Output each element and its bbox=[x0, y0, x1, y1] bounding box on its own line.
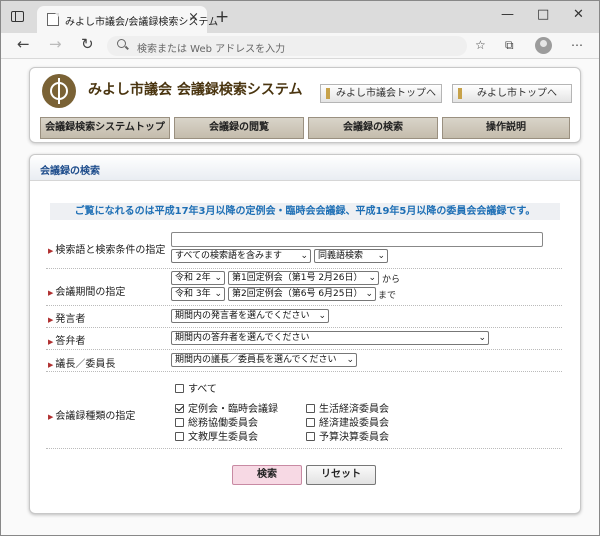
condition-select[interactable]: すべての検索語を含みます ⌄ bbox=[171, 249, 311, 263]
row-divider bbox=[46, 448, 562, 449]
favorites-icon[interactable]: ☆ bbox=[475, 38, 486, 52]
from-session-select[interactable]: 第1回定例会（第1号 2月26日） ⌄ bbox=[228, 271, 379, 285]
synonym-select[interactable]: 同義語検索 ⌄ bbox=[314, 249, 388, 263]
menu-search-system-top[interactable]: 会議録検索システムトップ bbox=[40, 117, 170, 139]
checkbox-icon bbox=[306, 432, 315, 441]
chevron-down-icon: ⌄ bbox=[300, 251, 308, 261]
browser-window: みよし市議会/会議録検索システム × + — □ ✕ ← → ↻ 検索または W… bbox=[0, 0, 600, 536]
row-divider bbox=[46, 327, 562, 328]
types-label: ▶ 会議録種類の指定 bbox=[48, 411, 136, 422]
menu-instructions[interactable]: 操作説明 bbox=[442, 117, 570, 139]
chair-select[interactable]: 期間内の議長／委員長を選んでください ⌄ bbox=[171, 353, 357, 367]
row-divider bbox=[46, 305, 562, 306]
type-economy-construction-checkbox[interactable]: 経済建設委員会 bbox=[306, 414, 389, 429]
from-suffix: から bbox=[382, 275, 401, 285]
back-icon[interactable]: ← bbox=[17, 35, 30, 53]
chair-label: ▶ 議長／委員長 bbox=[48, 359, 116, 370]
tab-bar: みよし市議会/会議録検索システム × + — □ ✕ bbox=[1, 1, 599, 33]
chevron-down-icon: ⌄ bbox=[377, 251, 385, 261]
search-panel-header: 会議録の検索 bbox=[30, 155, 580, 181]
more-options-icon[interactable]: ⋯ bbox=[571, 38, 583, 52]
navigation-bar: ← → ↻ 検索または Web アドレスを入力 ☆ ⧉ ⋯ bbox=[1, 33, 599, 59]
type-education-welfare-checkbox[interactable]: 文教厚生委員会 bbox=[175, 428, 258, 443]
checkbox-icon bbox=[306, 404, 315, 413]
address-bar[interactable]: 検索または Web アドレスを入力 bbox=[107, 36, 467, 56]
search-panel: 会議録の検索 ご覧になれるのは平成17年3月以降の定例会・臨時会会議録、平成19… bbox=[29, 154, 581, 514]
profile-avatar-icon[interactable] bbox=[535, 37, 552, 54]
to-session-select[interactable]: 第2回定例会（第6号 6月25日） ⌄ bbox=[228, 287, 376, 301]
menu-browse-minutes[interactable]: 会議録の閲覧 bbox=[174, 117, 304, 139]
city-logo-icon bbox=[42, 74, 76, 108]
maximize-icon[interactable]: □ bbox=[537, 7, 549, 22]
chevron-down-icon: ⌄ bbox=[478, 333, 486, 343]
close-window-icon[interactable]: ✕ bbox=[573, 7, 584, 22]
reset-button[interactable]: リセット bbox=[306, 465, 376, 485]
council-top-link[interactable]: みよし市議会トップへ bbox=[320, 84, 442, 103]
browser-tab[interactable]: みよし市議会/会議録検索システム × bbox=[37, 6, 218, 33]
collections-icon[interactable]: ⧉ bbox=[505, 38, 514, 53]
search-icon bbox=[117, 39, 126, 48]
chevron-down-icon: ⌄ bbox=[318, 311, 326, 321]
to-era-select[interactable]: 令和 3年 ⌄ bbox=[171, 287, 225, 301]
type-life-economy-checkbox[interactable]: 生活経済委員会 bbox=[306, 400, 389, 415]
keyword-label: ▶ 検索語と検索条件の指定 bbox=[48, 245, 166, 256]
minimize-icon[interactable]: — bbox=[501, 7, 514, 22]
address-placeholder: 検索または Web アドレスを入力 bbox=[137, 44, 286, 55]
from-era-select[interactable]: 令和 2年 ⌄ bbox=[171, 271, 225, 285]
type-all-checkbox[interactable]: すべて bbox=[175, 380, 217, 395]
chevron-down-icon: ⌄ bbox=[368, 273, 376, 283]
answerer-select[interactable]: 期間内の答弁者を選んでください ⌄ bbox=[171, 331, 489, 345]
forward-icon[interactable]: → bbox=[49, 35, 62, 53]
page-viewport: みよし市議会 会議録検索システム みよし市議会トップへ みよし市トップへ 会議録… bbox=[1, 59, 599, 535]
page-favicon-icon bbox=[47, 13, 59, 26]
section-title: 会議録の検索 bbox=[40, 166, 100, 177]
chevron-down-icon: ⌄ bbox=[214, 273, 222, 283]
keyword-input[interactable] bbox=[171, 232, 543, 247]
row-divider bbox=[46, 349, 562, 350]
search-button[interactable]: 検索 bbox=[232, 465, 302, 485]
checkbox-checked-icon bbox=[175, 404, 184, 413]
type-regular-session-checkbox[interactable]: 定例会・臨時会議録 bbox=[175, 400, 278, 415]
availability-notice: ご覧になれるのは平成17年3月以降の定例会・臨時会会議録、平成19年5月以降の委… bbox=[50, 203, 560, 220]
new-tab-icon[interactable]: + bbox=[215, 7, 229, 27]
row-divider bbox=[46, 268, 562, 269]
city-top-link[interactable]: みよし市トップへ bbox=[452, 84, 572, 103]
speaker-select[interactable]: 期間内の発言者を選んでください ⌄ bbox=[171, 309, 329, 323]
checkbox-icon bbox=[175, 384, 184, 393]
site-title: みよし市議会 会議録検索システム bbox=[88, 82, 303, 98]
row-divider bbox=[46, 371, 562, 372]
chevron-down-icon: ⌄ bbox=[365, 289, 373, 299]
refresh-icon[interactable]: ↻ bbox=[81, 35, 94, 53]
council-top-link-label: みよし市議会トップへ bbox=[336, 88, 436, 99]
link-bar-icon bbox=[458, 88, 462, 99]
speaker-label: ▶ 発言者 bbox=[48, 314, 86, 325]
city-top-link-label: みよし市トップへ bbox=[477, 88, 557, 99]
menu-search-minutes[interactable]: 会議録の検索 bbox=[308, 117, 438, 139]
checkbox-icon bbox=[175, 432, 184, 441]
chevron-down-icon: ⌄ bbox=[214, 289, 222, 299]
checkbox-icon bbox=[306, 418, 315, 427]
window-menu-icon[interactable] bbox=[11, 11, 24, 22]
tab-close-icon[interactable]: × bbox=[188, 10, 199, 25]
type-budget-settlement-checkbox[interactable]: 予算決算委員会 bbox=[306, 428, 389, 443]
answerer-label: ▶ 答弁者 bbox=[48, 336, 86, 347]
type-general-affairs-checkbox[interactable]: 総務協働委員会 bbox=[175, 414, 258, 429]
chevron-down-icon: ⌄ bbox=[346, 355, 354, 365]
period-label: ▶ 会議期間の指定 bbox=[48, 287, 126, 298]
site-header: みよし市議会 会議録検索システム みよし市議会トップへ みよし市トップへ 会議録… bbox=[29, 67, 581, 143]
link-bar-icon bbox=[326, 88, 330, 99]
checkbox-icon bbox=[175, 418, 184, 427]
to-suffix: まで bbox=[378, 291, 397, 301]
